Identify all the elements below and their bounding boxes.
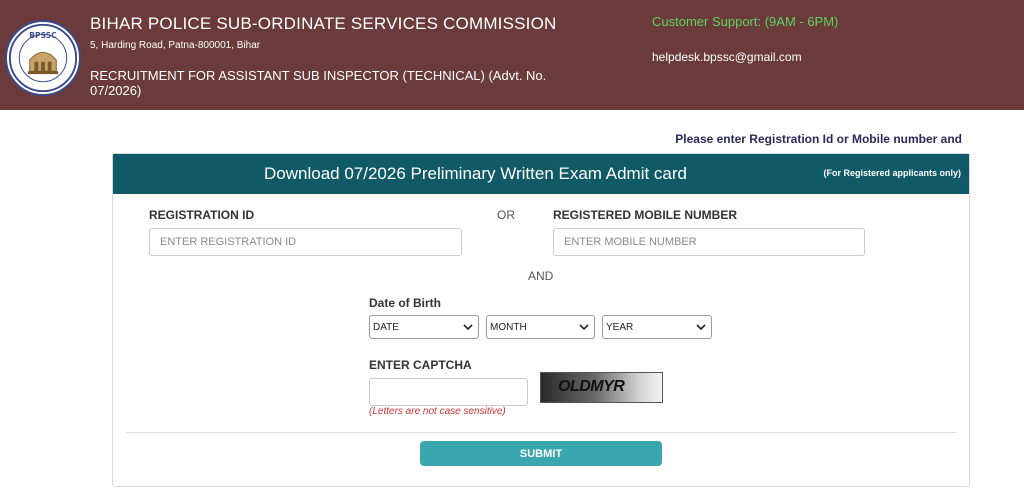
year-select-value: YEAR (606, 321, 634, 333)
date-select[interactable]: DATE (369, 315, 479, 339)
and-separator: AND (528, 269, 554, 283)
chevron-down-icon (463, 324, 473, 331)
org-address: 5, Harding Road, Patna-800001, Bihar (90, 40, 261, 51)
chevron-down-icon (579, 324, 589, 331)
bpssc-logo: BPSSC (5, 20, 81, 96)
logo-text: BPSSC (29, 31, 57, 40)
form-divider (126, 432, 957, 433)
customer-support-hours: Customer Support: (9AM - 6PM) (652, 14, 839, 29)
chevron-down-icon (696, 324, 706, 331)
date-select-value: DATE (373, 321, 399, 333)
captcha-text: OLDMYR (558, 378, 625, 395)
captcha-input[interactable] (369, 378, 528, 406)
registration-id-input[interactable] (149, 228, 462, 256)
instruction-notice: Please enter Registration Id or Mobile n… (675, 132, 962, 146)
registration-id-label: REGISTRATION ID (149, 208, 255, 222)
panel-header: Download 07/2026 Preliminary Written Exa… (113, 154, 969, 194)
panel-title: Download 07/2026 Preliminary Written Exa… (264, 164, 687, 183)
captcha-hint: (Letters are not case sensitive) (369, 406, 506, 417)
submit-button[interactable]: SUBMIT (420, 441, 662, 466)
mobile-number-label: REGISTERED MOBILE NUMBER (553, 208, 738, 222)
captcha-image: OLDMYR (540, 372, 663, 403)
dob-label: Date of Birth (369, 296, 441, 310)
helpdesk-email[interactable]: helpdesk.bpssc@gmail.com (652, 50, 802, 64)
year-select[interactable]: YEAR (602, 315, 712, 339)
registered-only-note: (For Registered applicants only) (823, 168, 961, 178)
month-select[interactable]: MONTH (486, 315, 595, 339)
month-select-value: MONTH (490, 321, 527, 333)
site-header: BPSSC BIHAR POLICE SUB-ORDINATE SERVICES… (0, 0, 1024, 110)
or-separator: OR (497, 208, 515, 222)
recruitment-title: RECRUITMENT FOR ASSISTANT SUB INSPECTOR … (90, 68, 547, 98)
mobile-number-input[interactable] (553, 228, 865, 256)
captcha-label: ENTER CAPTCHA (369, 358, 472, 372)
org-name: BIHAR POLICE SUB-ORDINATE SERVICES COMMI… (90, 14, 557, 33)
